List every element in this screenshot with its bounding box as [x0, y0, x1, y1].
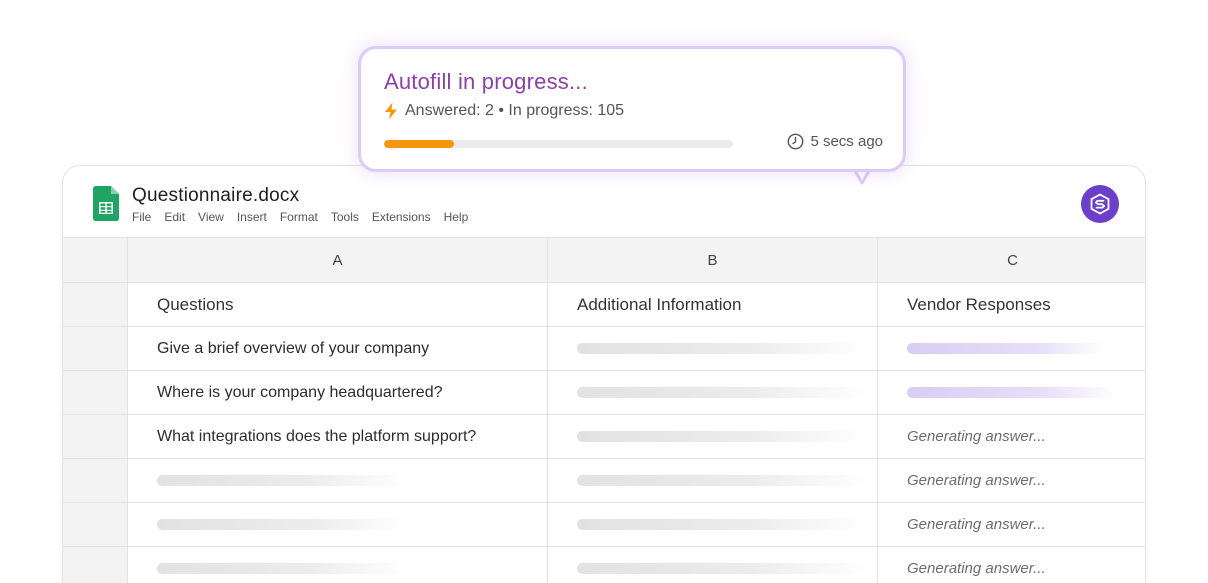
autofill-progress-popover: Autofill in progress... Answered: 2 • In…	[358, 46, 906, 172]
additional-info-cell[interactable]	[547, 327, 877, 370]
column-letter-row: A B C	[63, 237, 1145, 282]
loading-placeholder	[577, 343, 867, 354]
bolt-icon	[385, 102, 397, 120]
menu-bar: File Edit View Insert Format Tools Exten…	[132, 210, 481, 224]
question-cell[interactable]: Give a brief overview of your company	[127, 327, 547, 370]
loading-placeholder	[577, 475, 867, 486]
popover-timestamp: 5 secs ago	[787, 133, 883, 150]
additional-info-cell[interactable]	[547, 459, 877, 502]
menu-format[interactable]: Format	[280, 210, 318, 224]
loading-placeholder	[577, 519, 867, 530]
header-questions[interactable]: Questions	[127, 283, 547, 326]
response-cell[interactable]	[877, 327, 1145, 370]
loading-placeholder	[577, 563, 867, 574]
brand-logo-glyph	[1090, 193, 1110, 215]
header-additional-information[interactable]: Additional Information	[547, 283, 877, 326]
menu-tools[interactable]: Tools	[331, 210, 359, 224]
menu-file[interactable]: File	[132, 210, 151, 224]
question-cell[interactable]: What integrations does the platform supp…	[127, 415, 547, 458]
menu-help[interactable]: Help	[444, 210, 469, 224]
menu-view[interactable]: View	[198, 210, 224, 224]
popover-title: Autofill in progress...	[384, 69, 588, 94]
question-cell[interactable]	[127, 503, 547, 546]
column-header-a[interactable]: A	[127, 238, 547, 282]
popover-time-text: 5 secs ago	[810, 133, 883, 150]
autofill-progress-fill	[384, 140, 454, 148]
table-row: Generating answer...	[63, 502, 1145, 546]
row-number-cell[interactable]	[63, 283, 127, 326]
question-cell[interactable]	[127, 547, 547, 583]
spreadsheet-window: Questionnaire.docx File Edit View Insert…	[62, 165, 1146, 583]
brand-logo-icon[interactable]	[1081, 185, 1119, 223]
response-cell[interactable]: Generating answer...	[877, 459, 1145, 502]
table-header-row: Questions Additional Information Vendor …	[63, 282, 1145, 326]
row-number-cell[interactable]	[63, 415, 127, 458]
filled-response-placeholder	[907, 343, 1107, 354]
document-title[interactable]: Questionnaire.docx	[132, 185, 299, 207]
question-cell[interactable]	[127, 459, 547, 502]
response-cell[interactable]: Generating answer...	[877, 415, 1145, 458]
autofill-progress-bar	[384, 140, 733, 148]
table-row: Generating answer...	[63, 458, 1145, 502]
menu-extensions[interactable]: Extensions	[372, 210, 431, 224]
loading-placeholder	[577, 387, 867, 398]
filled-response-placeholder	[907, 387, 1117, 398]
row-number-cell[interactable]	[63, 371, 127, 414]
table-row: Give a brief overview of your company	[63, 326, 1145, 370]
loading-placeholder	[577, 431, 867, 442]
column-header-b[interactable]: B	[547, 238, 877, 282]
menu-edit[interactable]: Edit	[164, 210, 185, 224]
question-cell[interactable]: Where is your company headquartered?	[127, 371, 547, 414]
row-number-cell[interactable]	[63, 547, 127, 583]
sheet-grid: A B C Questions Additional Information V…	[63, 237, 1145, 583]
loading-placeholder	[157, 519, 407, 530]
row-number-cell[interactable]	[63, 503, 127, 546]
loading-placeholder	[157, 475, 407, 486]
popover-status: Answered: 2 • In progress: 105	[383, 102, 624, 120]
table-row: Where is your company headquartered?	[63, 370, 1145, 414]
corner-cell[interactable]	[63, 238, 127, 282]
column-header-c[interactable]: C	[877, 238, 1145, 282]
popover-status-text: Answered: 2 • In progress: 105	[405, 102, 625, 119]
menu-insert[interactable]: Insert	[237, 210, 267, 224]
clock-icon	[788, 133, 804, 150]
additional-info-cell[interactable]	[547, 547, 877, 583]
response-cell[interactable]: Generating answer...	[877, 503, 1145, 546]
additional-info-cell[interactable]	[547, 503, 877, 546]
response-cell[interactable]	[877, 371, 1145, 414]
response-cell[interactable]: Generating answer...	[877, 547, 1145, 583]
additional-info-cell[interactable]	[547, 415, 877, 458]
google-sheets-icon	[93, 186, 119, 221]
additional-info-cell[interactable]	[547, 371, 877, 414]
document-header: Questionnaire.docx File Edit View Insert…	[63, 166, 1145, 237]
header-vendor-responses[interactable]: Vendor Responses	[877, 283, 1145, 326]
row-number-cell[interactable]	[63, 327, 127, 370]
loading-placeholder	[157, 563, 407, 574]
row-number-cell[interactable]	[63, 459, 127, 502]
table-row: What integrations does the platform supp…	[63, 414, 1145, 458]
table-row: Generating answer...	[63, 546, 1145, 583]
